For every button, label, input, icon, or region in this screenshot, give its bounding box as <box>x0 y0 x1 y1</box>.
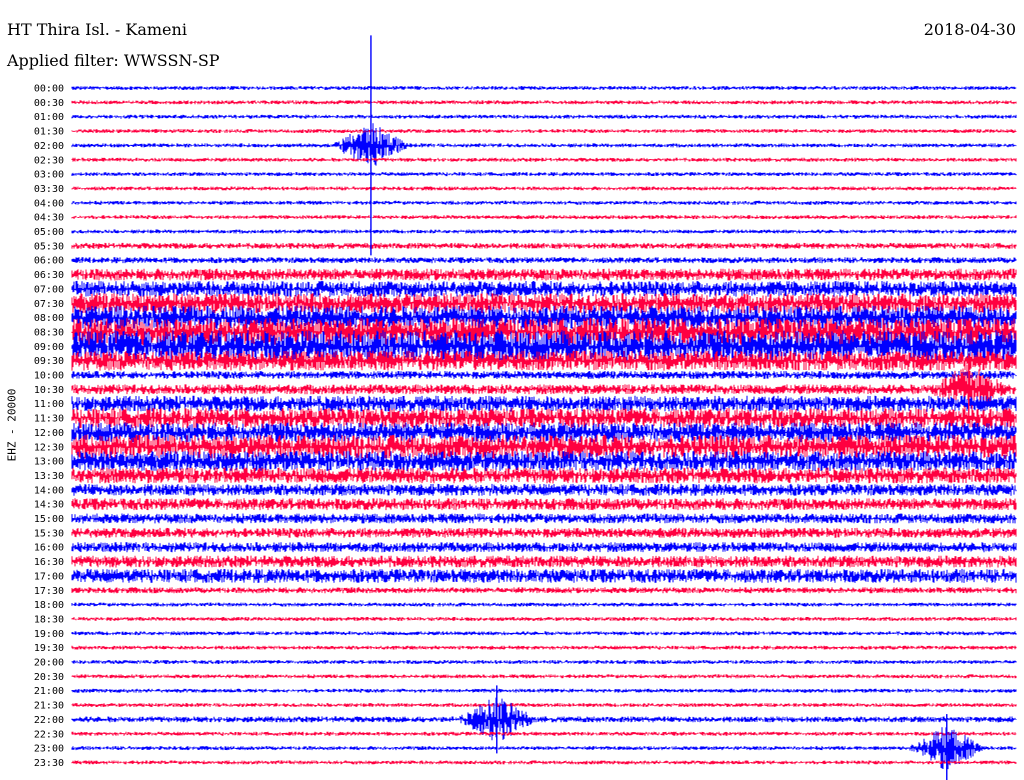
row-label: 07:30 <box>34 299 64 310</box>
row-label: 06:30 <box>34 270 64 281</box>
row-label: 12:00 <box>34 428 64 439</box>
row-label: 06:00 <box>34 256 64 267</box>
row-label: 18:30 <box>34 614 64 625</box>
trace-1730 <box>71 587 1017 594</box>
row-label: 15:00 <box>34 514 64 525</box>
trace-0000 <box>71 86 1017 90</box>
row-label: 16:30 <box>34 557 64 568</box>
trace-2330 <box>71 760 1017 765</box>
row-label: 00:00 <box>34 84 64 95</box>
row-label: 23:30 <box>34 758 64 769</box>
trace-0230 <box>71 157 1017 162</box>
trace-1100 <box>71 395 1017 412</box>
trace-1930 <box>71 645 1017 650</box>
trace-2230 <box>71 731 1017 736</box>
row-label: 21:00 <box>34 686 64 697</box>
trace-0300 <box>71 172 1017 177</box>
row-label: 02:00 <box>34 141 64 152</box>
trace-1400 <box>71 483 1017 496</box>
row-label: 08:30 <box>34 327 64 338</box>
trace-0130 <box>71 129 1017 133</box>
trace-1500 <box>71 513 1017 524</box>
row-label: 05:00 <box>34 227 64 238</box>
row-label: 16:00 <box>34 543 64 554</box>
row-label: 04:00 <box>34 198 64 209</box>
trace-0630 <box>71 268 1017 281</box>
row-label: 04:30 <box>34 213 64 224</box>
row-label: 03:00 <box>34 170 64 181</box>
trace-0330 <box>71 186 1017 191</box>
trace-2100 <box>71 688 1017 693</box>
row-label: 12:30 <box>34 442 64 453</box>
trace-2000 <box>71 660 1017 664</box>
row-label: 20:00 <box>34 658 64 669</box>
row-label: 20:30 <box>34 672 64 683</box>
row-label: 15:30 <box>34 528 64 539</box>
trace-0030 <box>71 100 1017 105</box>
trace-1330 <box>71 467 1017 484</box>
trace-1800 <box>71 602 1017 607</box>
trace-0400 <box>71 200 1017 205</box>
row-label: 22:30 <box>34 729 64 740</box>
row-label: 14:30 <box>34 500 64 511</box>
row-label: 17:00 <box>34 571 64 582</box>
trace-0530 <box>71 242 1017 249</box>
row-label: 10:00 <box>34 371 64 382</box>
trace-0700 <box>71 280 1017 297</box>
row-label: 11:30 <box>34 414 64 425</box>
row-label: 10:30 <box>34 385 64 396</box>
row-label: 09:30 <box>34 356 64 367</box>
row-label: 01:30 <box>34 127 64 138</box>
row-label: 09:00 <box>34 342 64 353</box>
row-label: 13:30 <box>34 471 64 482</box>
row-label: 18:00 <box>34 600 64 611</box>
row-label: 22:00 <box>34 715 64 726</box>
row-label: 00:30 <box>34 98 64 109</box>
trace-0500 <box>71 229 1017 234</box>
trace-0430 <box>71 215 1017 220</box>
row-label: 21:30 <box>34 701 64 712</box>
row-label: 23:00 <box>34 744 64 755</box>
seismogram-plot: 00:00 00:30 01:00 01:30 02:00 02:30 03:00 03:30… <box>34 35 1017 780</box>
trace-2030 <box>71 674 1017 679</box>
row-label: 05:30 <box>34 241 64 252</box>
row-label: 03:30 <box>34 184 64 195</box>
trace-1830 <box>71 617 1017 621</box>
trace-1630 <box>71 555 1017 568</box>
trace-2130 <box>71 703 1017 707</box>
row-label: 13:00 <box>34 457 64 468</box>
trace-1000 <box>71 371 1017 379</box>
trace-1900 <box>71 631 1017 636</box>
row-label: 07:00 <box>34 284 64 295</box>
trace-1430 <box>71 498 1017 511</box>
trace-1700 <box>71 568 1017 583</box>
row-label: 01:00 <box>34 112 64 123</box>
row-label: 14:00 <box>34 485 64 496</box>
row-label: 19:00 <box>34 629 64 640</box>
trace-0100 <box>71 114 1017 119</box>
trace-1530 <box>71 527 1017 538</box>
row-label: 02:30 <box>34 155 64 166</box>
row-label: 19:30 <box>34 643 64 654</box>
row-label: 17:30 <box>34 586 64 597</box>
row-label: 08:00 <box>34 313 64 324</box>
trace-1600 <box>71 542 1017 553</box>
trace-0600 <box>71 257 1017 264</box>
row-label: 11:00 <box>34 399 64 410</box>
